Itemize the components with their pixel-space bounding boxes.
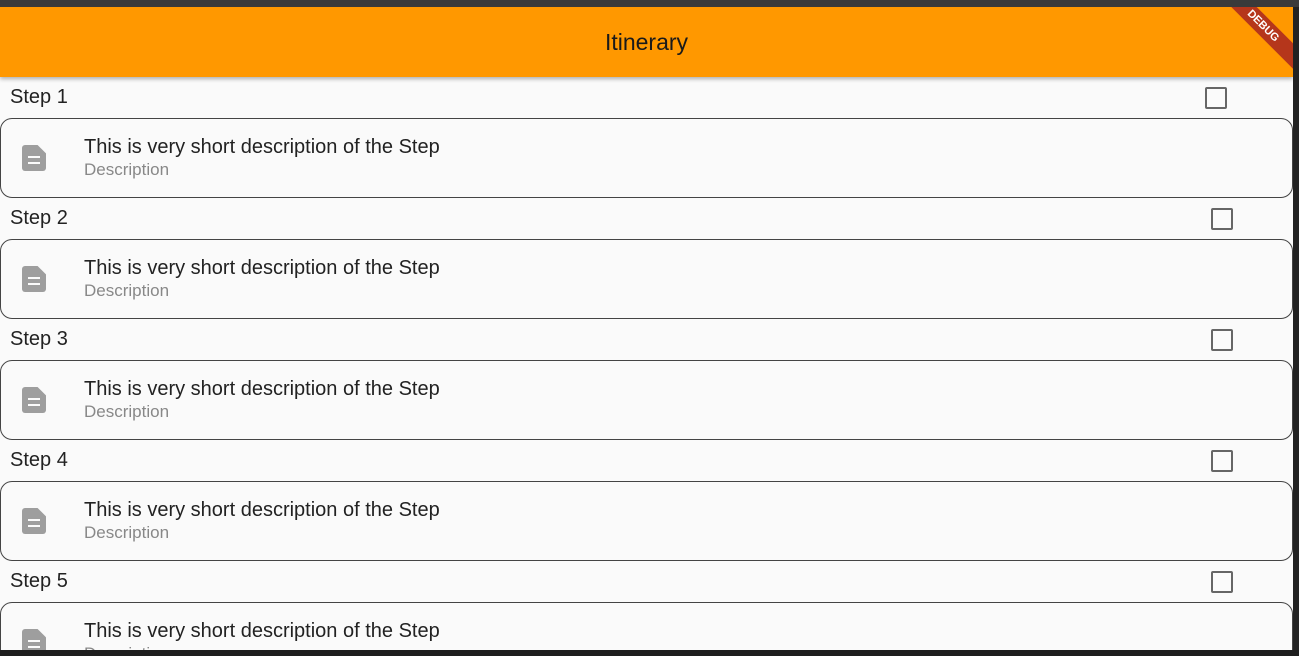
- step-header: Step 4: [0, 440, 1293, 481]
- app: Itinerary DEBUG Step 1 This is very shor…: [0, 7, 1293, 650]
- step-header: Step 1: [0, 77, 1293, 118]
- step-subtitle: Description: [84, 160, 170, 179]
- step-description: This is very short description of the St…: [84, 257, 440, 279]
- steps-list: Step 1 This is very short description of…: [0, 77, 1293, 650]
- document-icon: [22, 387, 46, 413]
- step-subtitle: Description: [84, 523, 170, 542]
- debug-banner: DEBUG: [1214, 7, 1293, 75]
- document-icon: [22, 629, 46, 650]
- step-checkbox[interactable]: [1211, 570, 1233, 593]
- step-header: Step 2: [0, 198, 1293, 239]
- document-icon: [22, 145, 46, 171]
- step-title: Step 1: [10, 86, 68, 108]
- window-edge: [1293, 7, 1299, 650]
- step-card[interactable]: This is very short description of the St…: [0, 118, 1293, 198]
- step-title: Step 3: [10, 328, 68, 350]
- step-description: This is very short description of the St…: [84, 499, 440, 521]
- step-card[interactable]: This is very short description of the St…: [0, 239, 1293, 319]
- step-card[interactable]: This is very short description of the St…: [0, 481, 1293, 561]
- step-card[interactable]: This is very short description of the St…: [0, 602, 1293, 650]
- step-checkbox[interactable]: [1211, 449, 1233, 472]
- step-description: This is very short description of the St…: [84, 620, 440, 642]
- page-title: Itinerary: [604, 28, 689, 55]
- step-title: Step 5: [10, 570, 68, 592]
- step-card[interactable]: This is very short description of the St…: [0, 360, 1293, 440]
- step-subtitle: Description: [84, 281, 170, 300]
- step-title: Step 2: [10, 207, 68, 229]
- app-bar: Itinerary DEBUG: [0, 7, 1293, 77]
- step-checkbox[interactable]: [1211, 328, 1233, 351]
- step-description: This is very short description of the St…: [84, 378, 440, 400]
- step-header: Step 5: [0, 561, 1293, 602]
- window-top-strip: [0, 0, 1299, 7]
- step-checkbox[interactable]: [1205, 86, 1227, 109]
- taskbar: [0, 650, 1299, 656]
- step-title: Step 4: [10, 449, 68, 471]
- step-description: This is very short description of the St…: [84, 136, 440, 158]
- step-subtitle: Description: [84, 402, 170, 421]
- step-checkbox[interactable]: [1211, 207, 1233, 230]
- step-header: Step 3: [0, 319, 1293, 360]
- document-icon: [22, 508, 46, 534]
- document-icon: [22, 266, 46, 292]
